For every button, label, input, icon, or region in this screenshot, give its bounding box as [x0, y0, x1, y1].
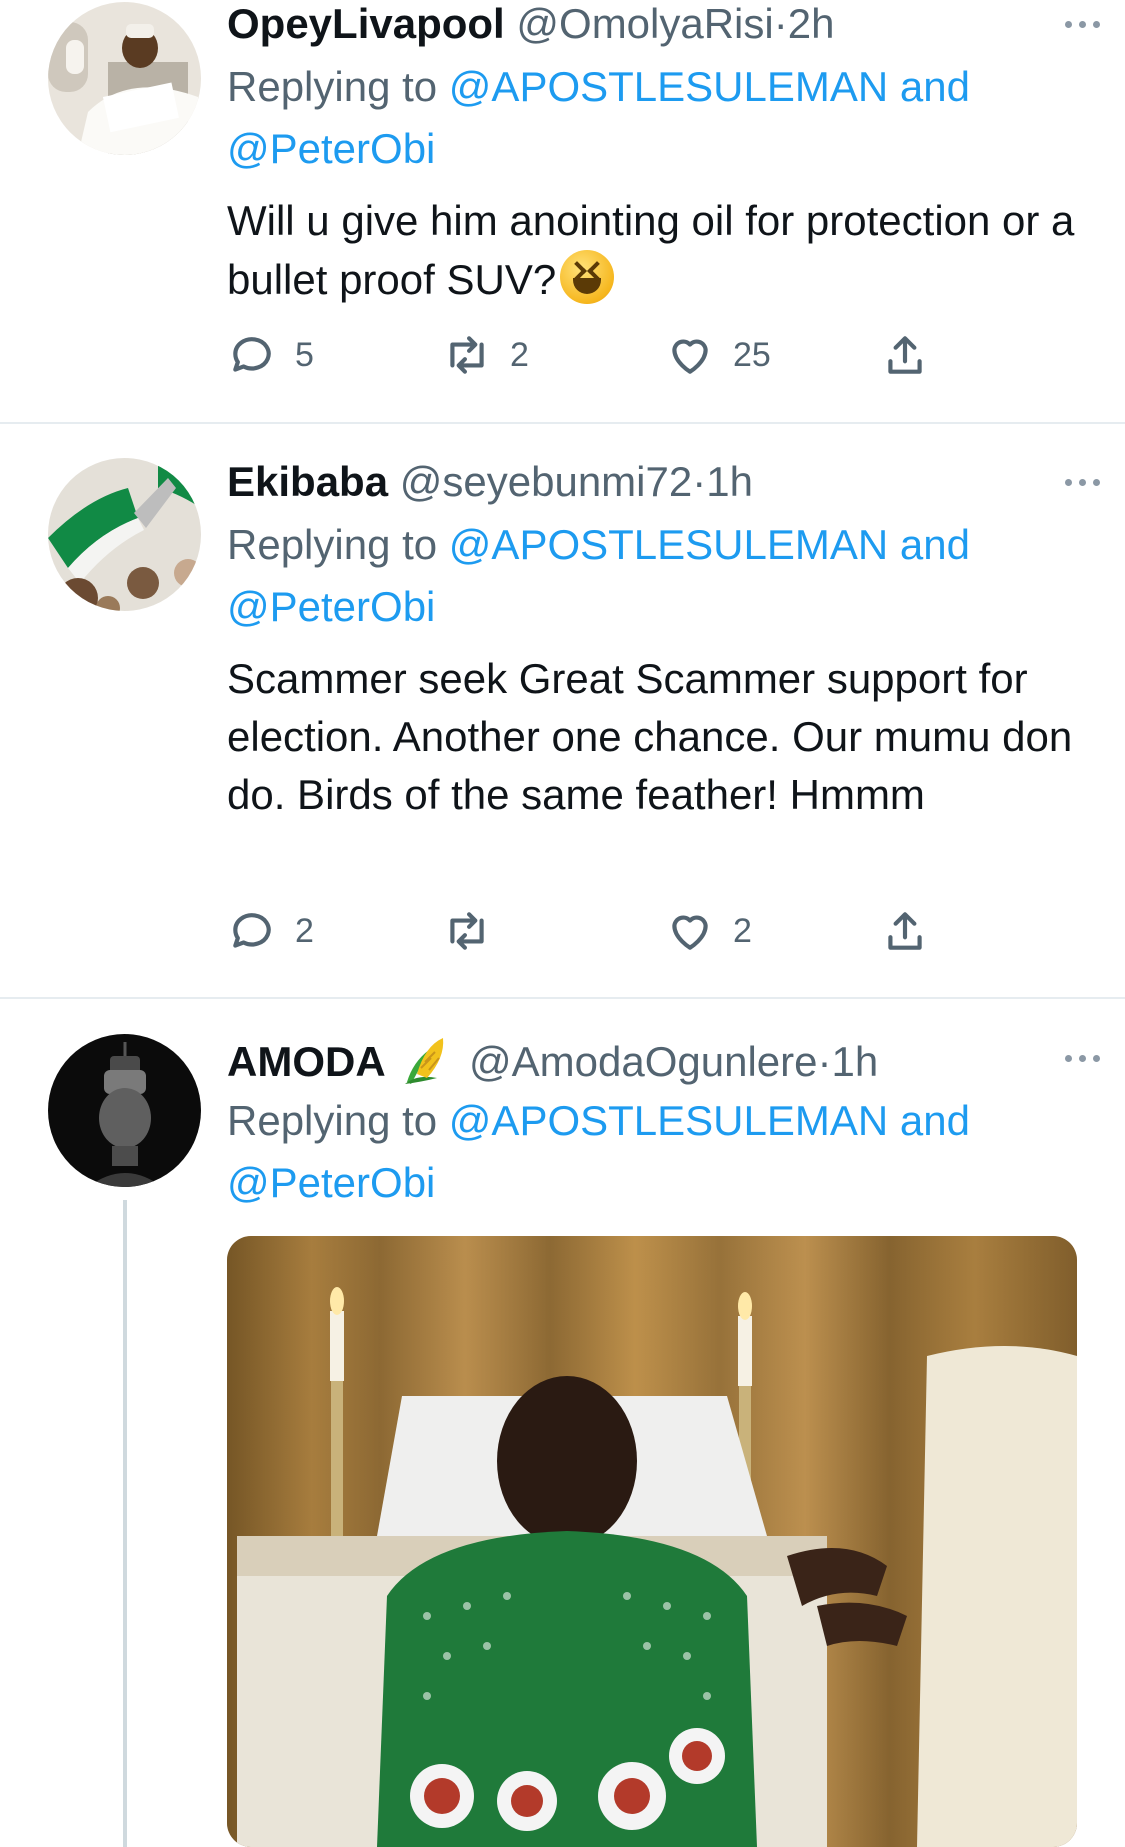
mention-link[interactable]: @PeterObi: [227, 1159, 435, 1206]
and-text[interactable]: and: [888, 63, 970, 110]
avatar[interactable]: [48, 458, 201, 611]
replying-to-label: Replying to: [227, 63, 449, 110]
more-options-icon[interactable]: [1057, 472, 1107, 492]
reply-icon: [233, 913, 271, 948]
user-handle[interactable]: @OmolyaRisi: [516, 0, 773, 47]
more-options-icon[interactable]: [1057, 1048, 1107, 1068]
separator-dot: ·: [817, 1038, 832, 1085]
divider: [0, 422, 1125, 424]
action-bar: 2 2: [0, 906, 1125, 962]
tweet-header: AMODA @AmodaOgunlere·1h: [227, 1034, 1085, 1085]
share-button[interactable]: [880, 330, 930, 380]
mention-link[interactable]: @PeterObi: [227, 583, 435, 630]
share-icon: [888, 912, 922, 950]
like-button[interactable]: 2: [665, 906, 752, 956]
mention-link[interactable]: @APOSTLESULEMAN: [449, 521, 888, 568]
divider: [0, 997, 1125, 999]
replying-to-label: Replying to: [227, 1097, 449, 1144]
retweet-icon: [450, 336, 484, 374]
retweet-count: 2: [510, 335, 529, 374]
laughing-face-icon: [560, 250, 615, 304]
tweet-header: Ekibaba @seyebunmi72·1h: [227, 458, 1085, 506]
timestamp[interactable]: 1h: [832, 1038, 879, 1085]
timestamp[interactable]: 2h: [788, 0, 835, 47]
user-handle[interactable]: @AmodaOgunlere: [469, 1038, 818, 1085]
tweet-text: Will u give him anointing oil for protec…: [227, 192, 1085, 309]
like-count: 2: [733, 911, 752, 950]
photo: [227, 1236, 1077, 1847]
mention-link[interactable]: @APOSTLESULEMAN: [449, 1097, 888, 1144]
share-icon: [888, 336, 922, 374]
reply-button[interactable]: 2: [227, 906, 314, 956]
replying-to: Replying to @APOSTLESULEMAN and @PeterOb…: [227, 1090, 1085, 1214]
tweet-body: Scammer seek Great Scammer support for e…: [227, 655, 1073, 818]
display-name[interactable]: AMODA: [227, 1038, 386, 1085]
avatar[interactable]: [48, 2, 201, 155]
thread-line: [123, 1200, 127, 1847]
like-count: 25: [733, 335, 771, 374]
tweet-text: Scammer seek Great Scammer support for e…: [227, 650, 1085, 824]
replying-to: Replying to @APOSTLESULEMAN and @PeterOb…: [227, 514, 1085, 638]
display-name[interactable]: OpeyLivapool: [227, 0, 505, 47]
separator-dot: ·: [773, 0, 788, 47]
reply-count: 5: [295, 335, 314, 374]
mention-link[interactable]: @PeterObi: [227, 125, 435, 172]
tweet-body: Will u give him anointing oil for protec…: [227, 197, 1075, 303]
tweet-media-photo[interactable]: [227, 1236, 1077, 1847]
tweet-header: OpeyLivapool @OmolyaRisi·2h: [227, 0, 1085, 48]
replying-to: Replying to @APOSTLESULEMAN and @PeterOb…: [227, 56, 1085, 180]
reply-button[interactable]: 5: [227, 330, 314, 380]
timestamp[interactable]: 1h: [706, 458, 753, 505]
avatar[interactable]: [48, 1034, 201, 1187]
user-handle[interactable]: @seyebunmi72: [400, 458, 692, 505]
action-bar: 5 2 25: [0, 330, 1125, 386]
corn-icon: [405, 1038, 444, 1084]
reply-icon: [233, 337, 271, 372]
separator-dot: ·: [692, 458, 707, 505]
display-name[interactable]: Ekibaba: [227, 458, 388, 505]
reply-count: 2: [295, 911, 314, 950]
retweet-button[interactable]: [442, 906, 510, 956]
and-text[interactable]: and: [888, 1097, 970, 1144]
heart-icon: [672, 915, 708, 950]
retweet-icon: [450, 912, 484, 950]
retweet-button[interactable]: 2: [442, 330, 529, 380]
more-options-icon[interactable]: [1057, 14, 1107, 34]
and-text[interactable]: and: [888, 521, 970, 568]
like-button[interactable]: 25: [665, 330, 771, 380]
heart-icon: [672, 339, 708, 374]
replying-to-label: Replying to: [227, 521, 449, 568]
share-button[interactable]: [880, 906, 930, 956]
mention-link[interactable]: @APOSTLESULEMAN: [449, 63, 888, 110]
